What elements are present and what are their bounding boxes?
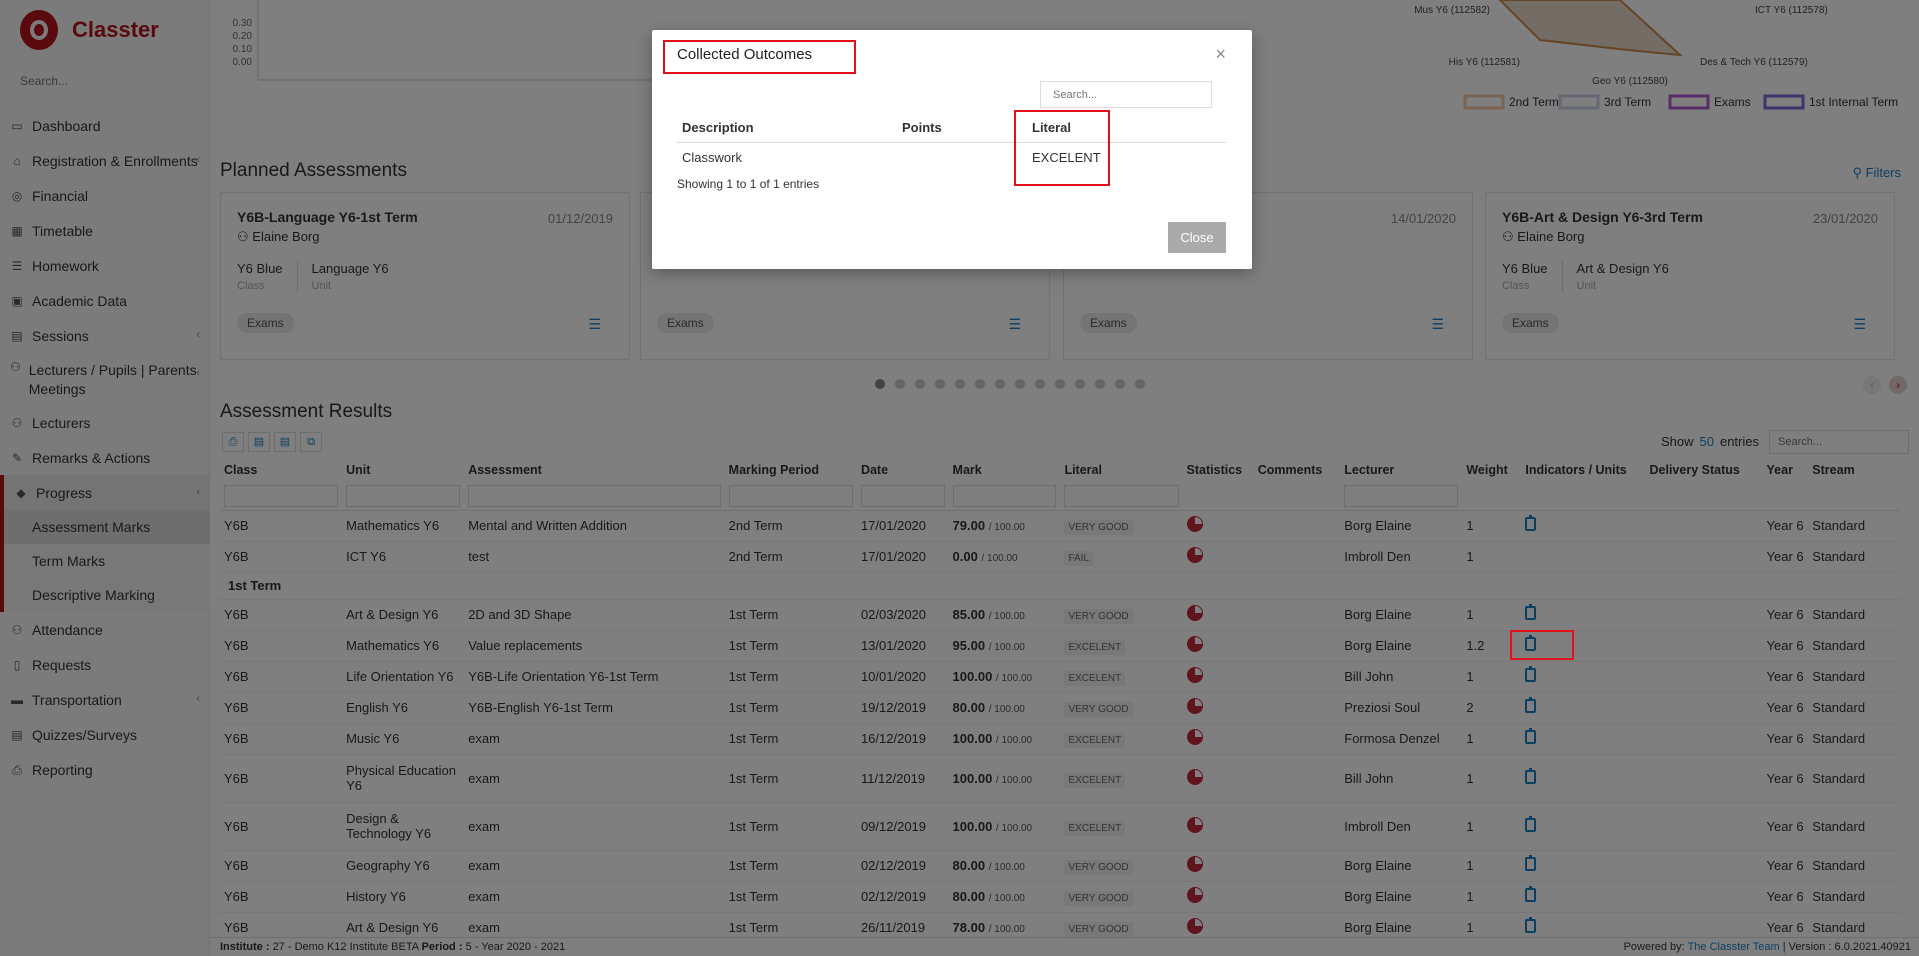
modal-search-input[interactable] xyxy=(1040,81,1212,108)
highlight-modal-title xyxy=(663,40,856,74)
highlight-literal-column xyxy=(1014,110,1110,186)
col-points[interactable]: Points xyxy=(896,114,1026,143)
outcomes-table: Description Points Literal Classwork EXC… xyxy=(676,114,1226,172)
outcomes-header-row: Description Points Literal xyxy=(676,114,1226,143)
highlight-indicator-cell xyxy=(1510,630,1574,660)
outcome-points xyxy=(896,142,1026,172)
modal-close-icon[interactable]: × xyxy=(1215,44,1226,65)
modal-close-button[interactable]: Close xyxy=(1168,222,1226,253)
outcome-row: Classwork EXCELENT xyxy=(676,142,1226,172)
modal-entries-info: Showing 1 to 1 of 1 entries xyxy=(677,177,820,191)
col-description[interactable]: Description xyxy=(676,114,896,143)
outcome-description: Classwork xyxy=(682,149,742,165)
app-root: Classter ▭Dashboard⌂Registration & Enrol… xyxy=(0,0,1919,956)
